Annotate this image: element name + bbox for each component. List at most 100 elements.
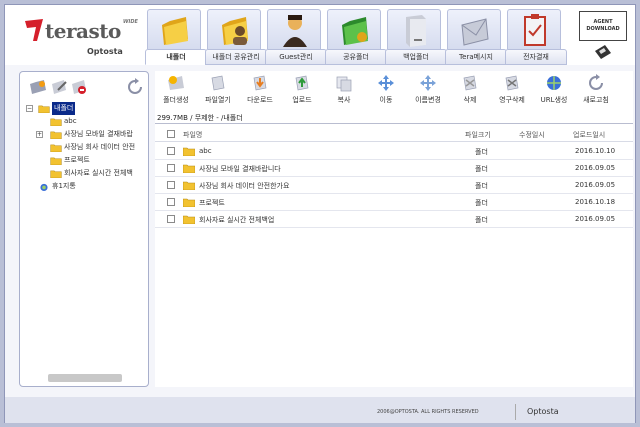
upload-button[interactable]: 업로드 [281, 71, 323, 111]
delete-button[interactable]: 삭제 [449, 71, 491, 111]
table-row[interactable]: 사장님 모바일 결재바랍니다 폴더 2016.09.05 [155, 160, 633, 177]
tree-item-trash[interactable]: 휴1지통 [26, 180, 148, 193]
add-folder-icon[interactable] [28, 78, 48, 96]
upload-date: 2016.10.10 [575, 147, 616, 155]
table-header: 파일명 파일크기 수정일시 업로드일시 [155, 126, 633, 142]
new-folder-button[interactable]: 폴더생성 [155, 71, 197, 111]
refresh-tree-icon[interactable] [126, 78, 144, 96]
file-size: 폴더 [475, 148, 488, 156]
edit-folder-icon[interactable] [50, 78, 68, 96]
logo-wide: WIDE [123, 19, 138, 25]
tree-item-root[interactable]: − 내폴더 [26, 102, 148, 115]
row-checkbox[interactable] [167, 215, 175, 223]
folder-tree-panel: − 내폴더 abc + 사장님 모바일 결재바랍 사장님 회사 데이터 안전 프… [19, 71, 149, 387]
tree-item[interactable]: + 사장님 모바일 결재바랍 [26, 128, 148, 141]
url-icon [547, 76, 561, 90]
expand-icon[interactable]: + [36, 131, 43, 138]
url-create-button[interactable]: URL생성 [533, 71, 575, 111]
rename-icon [420, 75, 436, 91]
footer-brand: Optosta [527, 407, 559, 416]
toolbar-label: URL생성 [540, 96, 568, 104]
row-checkbox[interactable] [167, 147, 175, 155]
agent-download-line1: AGENT [593, 19, 613, 25]
file-name[interactable]: 프로젝트 [199, 198, 225, 208]
table-row[interactable]: 사장님 회사 데이터 안전한가요 폴더 2016.09.05 [155, 177, 633, 194]
tree-toolbar [26, 78, 144, 100]
tree-item[interactable]: abc [26, 115, 148, 128]
folder-icon [50, 118, 62, 126]
logo-mark-icon [25, 19, 43, 41]
upload-date: 2016.09.05 [575, 181, 616, 189]
file-name[interactable]: abc [199, 147, 212, 155]
refresh-button[interactable]: 새로고침 [575, 71, 617, 111]
tree-item[interactable]: 회사자료 실시간 전체백 [26, 167, 148, 180]
tab-label: 전자결재 [505, 49, 567, 65]
folder-icon [183, 147, 195, 156]
file-size: 폴더 [475, 216, 488, 224]
open-file-icon [211, 75, 225, 91]
tab-tera-message[interactable]: Tera메시지 [445, 9, 507, 65]
backup-drive-icon [406, 15, 426, 47]
file-name[interactable]: 사장님 모바일 결재바랍니다 [199, 164, 281, 174]
table-row[interactable]: 회사자료 실시간 전체백업 폴더 2016.09.05 [155, 211, 633, 228]
download-icon [253, 75, 267, 91]
copy-button[interactable]: 복사 [323, 71, 365, 111]
guest-user-icon [283, 15, 307, 47]
column-modified[interactable]: 수정일시 [519, 130, 545, 140]
file-name[interactable]: 회사자료 실시간 전체백업 [199, 215, 274, 225]
open-file-button[interactable]: 파일열기 [197, 71, 239, 111]
file-list-panel: 폴더생성 파일열기 다운로드 업로드 복사 이동 이름변경 삭제 영구삭제 UR… [155, 71, 633, 387]
floppy-disk-icon [595, 45, 611, 59]
shared-folder-icon [222, 17, 248, 45]
file-toolbar: 폴더생성 파일열기 다운로드 업로드 복사 이동 이름변경 삭제 영구삭제 UR… [155, 71, 633, 111]
upload-date: 2016.09.05 [575, 215, 616, 223]
copy-icon [336, 76, 352, 92]
column-name[interactable]: 파일명 [183, 130, 202, 140]
envelope-icon [461, 18, 489, 46]
folder-icon [50, 170, 62, 178]
column-size[interactable]: 파일크기 [465, 130, 491, 140]
tab-backup-folder[interactable]: 백업폴더 [385, 9, 447, 65]
tab-folder-share-manage[interactable]: 내폴더 공유관리 [205, 9, 267, 65]
tree-label: 프로젝트 [64, 156, 90, 164]
move-button[interactable]: 이동 [365, 71, 407, 111]
folder-icon [183, 198, 195, 207]
refresh-icon [589, 74, 603, 90]
agent-download-button[interactable]: AGENT DOWNLOAD [579, 11, 627, 63]
table-row[interactable]: abc 폴더 2016.10.10 [155, 143, 633, 160]
tree-horizontal-scrollbar[interactable] [48, 374, 122, 382]
tree-item[interactable]: 프로젝트 [26, 154, 148, 167]
column-uploaded[interactable]: 업로드일시 [573, 130, 605, 140]
delete-folder-icon[interactable] [70, 78, 88, 96]
row-checkbox[interactable] [167, 181, 175, 189]
file-name[interactable]: 사장님 회사 데이터 안전한가요 [199, 181, 289, 191]
logo-sub: Optosta [87, 47, 123, 56]
toolbar-label: 영구삭제 [499, 96, 525, 104]
tree-item[interactable]: 사장님 회사 데이터 안전 [26, 141, 148, 154]
folder-icon [162, 17, 188, 45]
toolbar-label: 이름변경 [415, 96, 441, 104]
logo[interactable]: terasto WIDE Optosta [17, 13, 138, 56]
toolbar-label: 새로고침 [583, 96, 609, 104]
shared-folder-green-icon [342, 17, 368, 45]
row-checkbox[interactable] [167, 198, 175, 206]
tree-label: abc [64, 117, 77, 125]
storage-path-info: 299.7MB / 무제한 - /내폴더 [157, 114, 243, 122]
tab-e-approval[interactable]: 전자결재 [505, 9, 567, 65]
toolbar-label: 업로드 [292, 96, 312, 104]
rename-button[interactable]: 이름변경 [407, 71, 449, 111]
permanent-delete-button[interactable]: 영구삭제 [491, 71, 533, 111]
upload-date: 2016.09.05 [575, 164, 616, 172]
tab-label: 백업폴더 [385, 49, 447, 65]
select-all-checkbox[interactable] [167, 130, 175, 138]
toolbar-label: 다운로드 [247, 96, 273, 104]
collapse-icon[interactable]: − [26, 105, 33, 112]
permanent-delete-icon [505, 75, 519, 91]
tab-my-folder[interactable]: 내폴더 [145, 9, 207, 65]
download-button[interactable]: 다운로드 [239, 71, 281, 111]
row-checkbox[interactable] [167, 164, 175, 172]
table-row[interactable]: 프로젝트 폴더 2016.10.18 [155, 194, 633, 211]
tab-guest-manage[interactable]: Guest관리 [265, 9, 327, 65]
toolbar-label: 파일열기 [205, 96, 231, 104]
tab-shared-folder[interactable]: 공유폴더 [325, 9, 387, 65]
